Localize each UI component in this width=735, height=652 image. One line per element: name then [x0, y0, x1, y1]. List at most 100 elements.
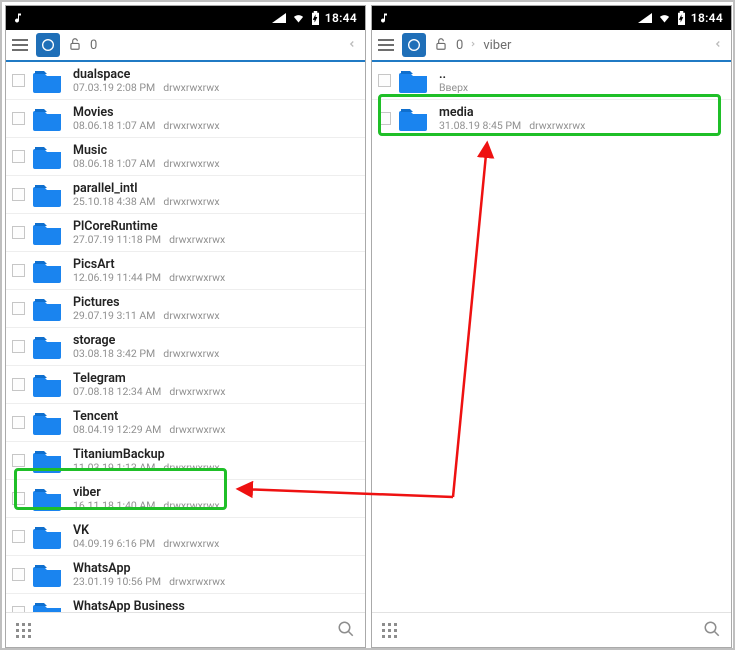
list-item[interactable]: storage03.08.18 3:42 PMdrwxrwxrwx	[6, 327, 365, 365]
list-item[interactable]: dualspace07.03.19 2:08 PMdrwxrwxrwx	[6, 62, 365, 99]
item-sub: 08.04.19 12:29 AMdrwxrwxrwx	[73, 424, 225, 436]
checkbox[interactable]	[12, 302, 25, 315]
checkbox[interactable]	[12, 568, 25, 581]
path-root[interactable]: 0	[90, 38, 97, 53]
search-icon[interactable]	[337, 620, 355, 641]
list-item[interactable]: WhatsApp Business25.10.18 4:25 PMdrwxrwx…	[6, 593, 365, 613]
status-bar: 18:44	[6, 6, 365, 30]
toolbar: 0	[6, 30, 365, 62]
apps-icon[interactable]	[16, 623, 31, 638]
file-list[interactable]: ..Вверх media31.08.19 8:45 PMdrwxrwxrwx	[372, 62, 731, 613]
item-meta: media31.08.19 8:45 PMdrwxrwxrwx	[439, 106, 585, 131]
folder-icon	[33, 411, 63, 435]
item-meta: Pictures29.07.19 3:11 AMdrwxrwxrwx	[73, 296, 220, 321]
checkbox[interactable]	[12, 492, 25, 505]
item-name: Pictures	[73, 296, 220, 310]
item-meta: Telegram07.08.18 12:34 AMdrwxrwxrwx	[73, 372, 225, 397]
app-icon[interactable]	[36, 33, 60, 57]
folder-icon	[33, 525, 63, 549]
apps-icon[interactable]	[382, 623, 397, 638]
breadcrumb[interactable]: 0	[90, 38, 97, 53]
checkbox[interactable]	[12, 530, 25, 543]
checkbox[interactable]	[12, 226, 25, 239]
search-icon[interactable]	[703, 620, 721, 641]
chevron-icon[interactable]	[713, 37, 723, 53]
phone-left: 18:44 0 dualspace07.03.19 2:08 PMdrwxrwx…	[5, 5, 366, 648]
item-name: dualspace	[73, 68, 219, 82]
list-item[interactable]: parallel_intl25.10.18 4:38 AMdrwxrwxrwx	[6, 175, 365, 213]
checkbox[interactable]	[12, 378, 25, 391]
list-item[interactable]: ..Вверх	[372, 62, 731, 99]
item-sub: 08.06.18 1:07 AMdrwxrwxrwx	[73, 120, 220, 132]
item-sub: 16.11.18 1:40 AMdrwxrwxrwx	[73, 500, 220, 512]
checkbox[interactable]	[12, 416, 25, 429]
unlock-icon[interactable]	[68, 37, 82, 54]
checkbox[interactable]	[12, 454, 25, 467]
list-item[interactable]: Music08.06.18 1:07 AMdrwxrwxrwx	[6, 137, 365, 175]
menu-icon[interactable]	[12, 38, 28, 52]
folder-icon	[399, 107, 429, 131]
item-sub: 12.06.19 11:44 PMdrwxrwxrwx	[73, 272, 225, 284]
list-item[interactable]: PlCoreRuntime27.07.19 11:18 PMdrwxrwxrwx	[6, 213, 365, 251]
item-meta: storage03.08.18 3:42 PMdrwxrwxrwx	[73, 334, 219, 359]
breadcrumb[interactable]: 0 viber	[456, 38, 511, 53]
item-sub: 25.10.18 4:38 AMdrwxrwxrwx	[73, 196, 220, 208]
chevron-icon[interactable]	[347, 37, 357, 53]
status-time: 18:44	[325, 11, 357, 25]
item-meta: PicsArt12.06.19 11:44 PMdrwxrwxrwx	[73, 258, 225, 283]
item-name: Music	[73, 144, 220, 158]
list-item[interactable]: media31.08.19 8:45 PMdrwxrwxrwx	[372, 99, 731, 137]
folder-icon	[33, 69, 63, 93]
checkbox[interactable]	[12, 264, 25, 277]
list-item[interactable]: Telegram07.08.18 12:34 AMdrwxrwxrwx	[6, 365, 365, 403]
menu-icon[interactable]	[378, 38, 394, 52]
path-root[interactable]: 0	[456, 38, 463, 53]
item-meta: TitaniumBackup11.03.19 1:13 AMdrwxrwxrwx	[73, 448, 220, 473]
wifi-icon	[291, 12, 306, 24]
checkbox[interactable]	[12, 340, 25, 353]
item-meta: parallel_intl25.10.18 4:38 AMdrwxrwxrwx	[73, 182, 220, 207]
list-item[interactable]: Tencent08.04.19 12:29 AMdrwxrwxrwx	[6, 403, 365, 441]
phone-right: 18:44 0 viber ..Вверхmedia31.08.19 8:45	[371, 5, 732, 648]
item-name: Telegram	[73, 372, 225, 386]
checkbox[interactable]	[378, 112, 391, 125]
music-icon	[378, 12, 390, 24]
item-name: viber	[73, 486, 220, 500]
path-current[interactable]: viber	[483, 38, 511, 53]
item-name: Tencent	[73, 410, 225, 424]
checkbox[interactable]	[12, 74, 25, 87]
list-item[interactable]: TitaniumBackup11.03.19 1:13 AMdrwxrwxrwx	[6, 441, 365, 479]
list-item[interactable]: Pictures29.07.19 3:11 AMdrwxrwxrwx	[6, 289, 365, 327]
battery-icon	[311, 11, 320, 25]
list-item[interactable]: PicsArt12.06.19 11:44 PMdrwxrwxrwx	[6, 251, 365, 289]
music-icon	[12, 12, 24, 24]
wifi-icon	[657, 12, 672, 24]
folder-icon	[33, 373, 63, 397]
list-item[interactable]: viber16.11.18 1:40 AMdrwxrwxrwx	[6, 479, 365, 517]
path-separator	[469, 38, 477, 53]
list-item[interactable]: VK04.09.19 6:16 PMdrwxrwxrwx	[6, 517, 365, 555]
file-list[interactable]: dualspace07.03.19 2:08 PMdrwxrwxrwxMovie…	[6, 62, 365, 613]
app-icon[interactable]	[402, 33, 426, 57]
unlock-icon[interactable]	[434, 37, 448, 54]
item-name: storage	[73, 334, 219, 348]
item-sub: 07.03.19 2:08 PMdrwxrwxrwx	[73, 82, 219, 94]
item-sub: 31.08.19 8:45 PMdrwxrwxrwx	[439, 120, 585, 132]
item-meta: Music08.06.18 1:07 AMdrwxrwxrwx	[73, 144, 220, 169]
checkbox[interactable]	[12, 112, 25, 125]
list-item[interactable]: WhatsApp23.01.19 10:56 PMdrwxrwxrwx	[6, 555, 365, 593]
checkbox[interactable]	[12, 188, 25, 201]
item-meta: ..Вверх	[439, 68, 468, 93]
item-sub: 29.07.19 3:11 AMdrwxrwxrwx	[73, 310, 220, 322]
bottom-bar	[6, 612, 365, 647]
list-item[interactable]: Movies08.06.18 1:07 AMdrwxrwxrwx	[6, 99, 365, 137]
item-meta: viber16.11.18 1:40 AMdrwxrwxrwx	[73, 486, 220, 511]
item-sub: 03.08.18 3:42 PMdrwxrwxrwx	[73, 348, 219, 360]
item-meta: VK04.09.19 6:16 PMdrwxrwxrwx	[73, 524, 219, 549]
checkbox[interactable]	[12, 150, 25, 163]
item-meta: WhatsApp23.01.19 10:56 PMdrwxrwxrwx	[73, 562, 225, 587]
item-sub: 23.01.19 10:56 PMdrwxrwxrwx	[73, 576, 225, 588]
folder-icon	[33, 183, 63, 207]
folder-icon	[33, 487, 63, 511]
checkbox[interactable]	[378, 74, 391, 87]
